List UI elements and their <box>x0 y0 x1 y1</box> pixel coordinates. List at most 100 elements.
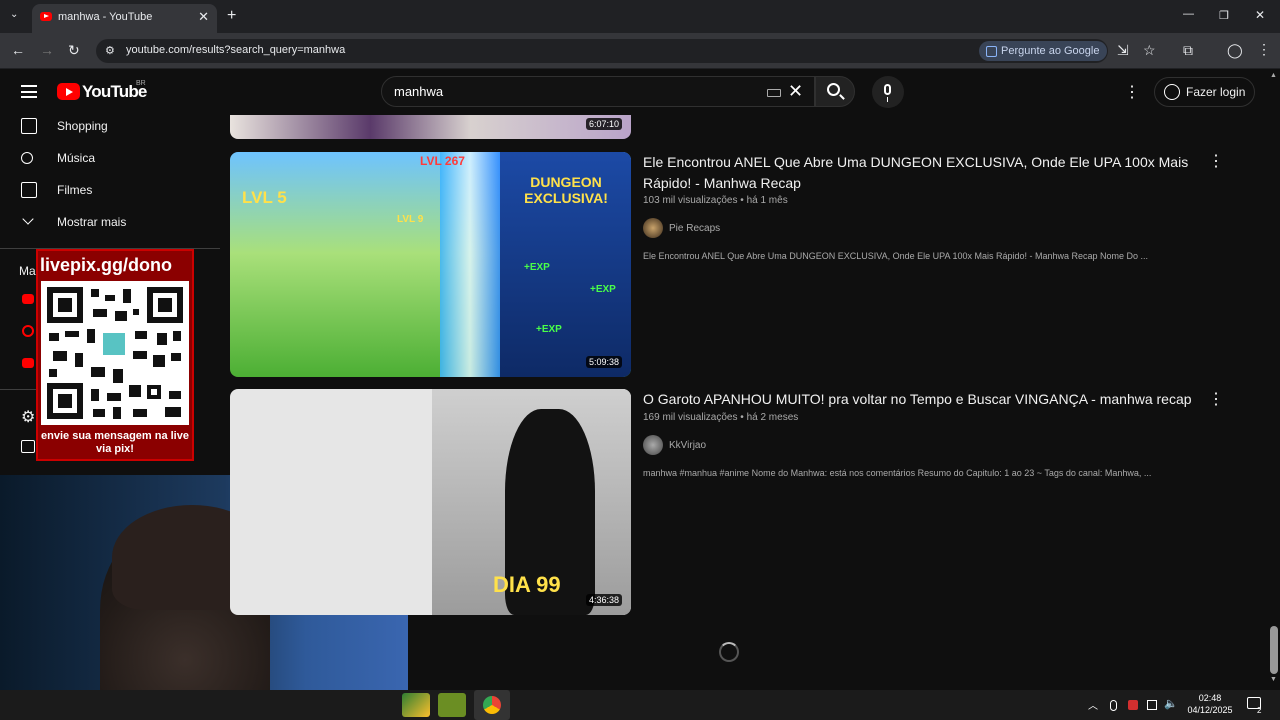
music-note-icon <box>21 152 33 164</box>
thumbnail-text: LVL 267 <box>420 154 465 168</box>
install-app-icon[interactable]: ⇲ <box>1117 42 1129 59</box>
thumbnail-text: LVL 5 <box>242 188 287 207</box>
tab-close-button[interactable]: ✕ <box>198 9 209 25</box>
menu-icon[interactable] <box>21 85 37 98</box>
shopping-bag-icon <box>21 118 37 134</box>
sidebar-section-title: Ma <box>19 264 36 278</box>
loading-spinner-icon <box>719 642 739 662</box>
search-input-value[interactable]: manhwa <box>394 84 443 99</box>
network-icon[interactable] <box>1147 700 1157 710</box>
ask-google-button[interactable]: Pergunte ao Google <box>979 41 1107 61</box>
minimize-button[interactable]: — <box>1183 8 1194 20</box>
view-count: 169 mil visualizações <box>643 412 738 423</box>
thumbnail-text: +EXP <box>524 262 550 273</box>
search-input[interactable] <box>381 76 815 107</box>
volume-icon[interactable]: 🔈 <box>1164 697 1178 710</box>
video-thumbnail[interactable] <box>230 115 631 139</box>
video-thumbnail[interactable]: LVL 5 LVL 267 LVL 9 DUNGEON EXCLUSIVA! +… <box>230 152 631 377</box>
pix-url: livepix.gg/dono <box>40 255 173 275</box>
clock-time: 02:48 <box>1198 693 1222 703</box>
upload-age: há 1 mês <box>746 195 788 206</box>
tab-title: manhwa - YouTube <box>58 11 153 23</box>
report-flag-icon[interactable] <box>21 440 35 453</box>
video-description: Ele Encontrou ANEL Que Abre Uma DUNGEON … <box>643 251 1149 261</box>
thumbnail-text: LVL 9 <box>397 214 424 225</box>
scroll-up-icon[interactable]: ▲ <box>1270 72 1277 79</box>
video-description: manhwa #manhua #anime Nome do Manhwa: es… <box>643 468 1152 478</box>
video-title[interactable]: O Garoto APANHOU MUITO! pra voltar no Te… <box>643 389 1203 410</box>
sidebar-item-show-more[interactable]: Mostrar mais <box>0 206 220 238</box>
pix-caption: envie sua mensagem na live via pix! <box>41 430 189 455</box>
video-duration: 5:09:38 <box>586 356 623 368</box>
tray-chevron-icon[interactable]: ︿ <box>1088 697 1098 712</box>
search-icon <box>827 83 840 96</box>
thumbnail-text: DUNGEON EXCLUSIVA! <box>524 174 608 206</box>
maximize-button[interactable]: ❐ <box>1219 9 1229 22</box>
url-text[interactable]: youtube.com/results?search_query=manhwa <box>126 44 345 56</box>
channel-avatar[interactable] <box>643 435 663 455</box>
minecraft-icon[interactable] <box>438 693 466 717</box>
sidebar-item-shopping[interactable]: Shopping <box>0 110 220 142</box>
tab-search-icon[interactable]: ⌄ <box>10 9 18 20</box>
profile-icon[interactable]: ◯ <box>1227 42 1243 59</box>
scrollbar-thumb[interactable] <box>1270 626 1278 674</box>
region-code: BR <box>136 80 146 87</box>
account-icon <box>1164 84 1180 100</box>
clock-date: 04/12/2025 <box>1187 705 1233 715</box>
scrollbar-track[interactable] <box>1268 70 1280 690</box>
taskbar-clock[interactable]: 02:48 04/12/2025 <box>1180 692 1240 716</box>
notification-count: 2 <box>1257 706 1262 715</box>
video-options-icon[interactable]: ⋮ <box>1208 151 1224 171</box>
video-duration: 4:36:38 <box>586 594 623 606</box>
taskbar-app-icon[interactable] <box>402 693 430 717</box>
sidebar-item-music[interactable]: Música <box>0 142 220 174</box>
video-metadata: 169 mil visualizações • há 2 meses <box>643 412 799 423</box>
extensions-icon[interactable]: ⧉ <box>1183 42 1193 59</box>
browser-menu-icon[interactable]: ⋮ <box>1257 41 1271 58</box>
login-button[interactable]: Fazer login <box>1154 77 1255 107</box>
youtube-premium-icon[interactable] <box>22 294 34 304</box>
youtube-kids-icon[interactable] <box>22 358 34 368</box>
forward-icon[interactable]: → <box>40 42 54 58</box>
upload-age: há 2 meses <box>746 412 799 423</box>
video-title[interactable]: Ele Encontrou ANEL Que Abre Uma DUNGEON … <box>643 152 1193 194</box>
video-duration: 6:07:10 <box>586 118 623 130</box>
microphone-tray-icon[interactable] <box>1110 700 1117 711</box>
settings-menu-icon[interactable]: ⋮ <box>1124 82 1140 102</box>
site-info-icon[interactable]: ⚙ <box>105 44 115 57</box>
settings-gear-icon[interactable]: ⚙ <box>21 407 35 427</box>
window-close-button[interactable]: ✕ <box>1255 8 1265 22</box>
chrome-taskbar-button[interactable] <box>474 690 510 720</box>
thumbnail-text: +EXP <box>536 324 562 335</box>
video-thumbnail[interactable]: DIA 99 <box>230 389 631 615</box>
video-options-icon[interactable]: ⋮ <box>1208 389 1224 409</box>
browser-tab[interactable]: manhwa - YouTube ✕ <box>32 4 217 33</box>
scroll-down-icon[interactable]: ▼ <box>1270 676 1277 683</box>
thumbnail-text: +EXP <box>590 284 616 295</box>
channel-name[interactable]: Pie Recaps <box>669 223 720 234</box>
sidebar-item-movies[interactable]: Filmes <box>0 174 220 206</box>
sidebar-item-label: Shopping <box>57 119 108 133</box>
youtube-music-icon[interactable] <box>22 325 34 337</box>
channel-avatar[interactable] <box>643 218 663 238</box>
qr-pattern-icon <box>47 287 183 419</box>
view-count: 103 mil visualizações <box>643 195 738 206</box>
chrome-icon <box>483 696 501 714</box>
bookmark-star-icon[interactable]: ☆ <box>1143 42 1156 59</box>
microphone-icon <box>884 84 891 102</box>
qr-code <box>41 281 189 425</box>
sidebar-divider <box>0 389 36 390</box>
youtube-logo-icon[interactable] <box>57 83 80 100</box>
clear-search-icon[interactable]: ✕ <box>788 81 803 102</box>
new-tab-button[interactable]: + <box>227 7 236 25</box>
search-button[interactable] <box>815 76 855 107</box>
channel-name[interactable]: KkVirjao <box>669 440 706 451</box>
voice-search-button[interactable] <box>872 76 904 108</box>
keyboard-icon[interactable] <box>767 89 781 97</box>
thumbnail-text: DIA 99 <box>493 572 561 597</box>
sidebar-item-label: Música <box>57 151 96 165</box>
login-label: Fazer login <box>1186 85 1246 99</box>
reload-icon[interactable]: ↻ <box>68 42 80 59</box>
app-tray-icon[interactable] <box>1128 700 1138 710</box>
back-icon[interactable]: ← <box>11 42 25 58</box>
